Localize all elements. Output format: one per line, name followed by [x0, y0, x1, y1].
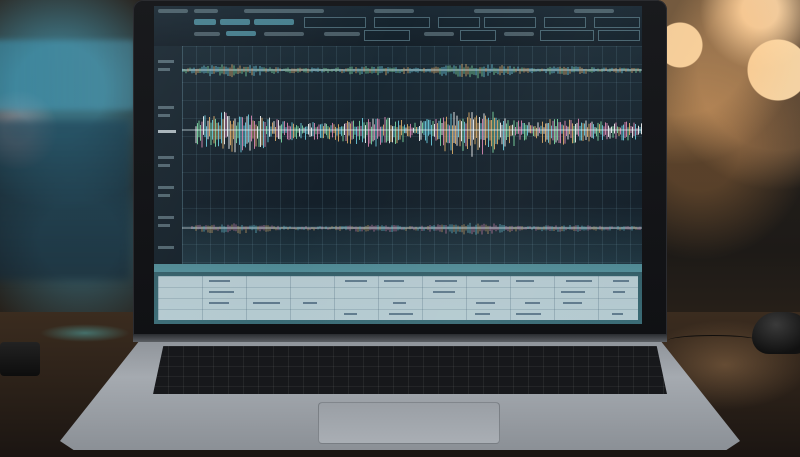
track-list-panel: [154, 264, 642, 324]
menu-bar-item: [474, 9, 534, 13]
table-cell-text: [475, 302, 496, 304]
track-list-grid: [158, 276, 638, 320]
toolbar-field: [484, 17, 536, 28]
table-cell-text: [344, 313, 358, 315]
editor-toolbar: [154, 6, 642, 46]
track-label-active: [158, 130, 176, 133]
toolbar-field: [544, 17, 586, 28]
toolbar-field: [594, 17, 640, 28]
table-cell-text: [303, 302, 317, 304]
toolbar-button: [220, 19, 250, 25]
table-cell-text: [562, 302, 583, 304]
laptop-trackpad: [318, 402, 500, 444]
table-cell-text: [208, 280, 231, 282]
table-cell-text: [208, 302, 230, 304]
table-cell-text: [208, 291, 235, 293]
table-cell-text: [516, 280, 534, 282]
laptop-hinge: [133, 334, 667, 342]
background-monitor: [0, 120, 130, 280]
table-cell-text: [345, 280, 368, 282]
table-cell-text: [384, 280, 404, 282]
table-cell-text: [433, 291, 455, 293]
track-label: [158, 60, 174, 63]
toolbar-label: [194, 32, 220, 36]
menu-bar-item: [574, 9, 614, 13]
track-label: [158, 186, 174, 189]
track-sidebar: [154, 46, 183, 264]
toolbar-field: [598, 30, 640, 41]
toolbar-button: [194, 19, 216, 25]
laptop-screen: [154, 6, 642, 324]
toolbar-field: [438, 17, 480, 28]
menu-bar-item: [194, 9, 218, 13]
track-label: [158, 194, 170, 197]
table-cell-text: [525, 302, 540, 304]
track-label: [158, 106, 174, 109]
toolbar-field: [374, 17, 430, 28]
track-label: [158, 164, 170, 167]
speaker-device: [0, 342, 40, 376]
table-cell-text: [565, 280, 592, 282]
toolbar-label: [324, 32, 360, 36]
toolbar-button: [226, 31, 256, 36]
table-cell-text: [516, 313, 541, 315]
track-label: [158, 224, 170, 227]
waveform-canvas: [182, 46, 642, 264]
table-cell-text: [480, 280, 500, 282]
table-cell-text: [560, 291, 586, 293]
computer-mouse: [752, 312, 800, 354]
track-label: [158, 216, 174, 219]
track-list-header: [154, 264, 642, 272]
photo-scene: [0, 0, 800, 457]
background-monitor-glow: [0, 40, 135, 110]
table-cell-text: [612, 291, 625, 293]
table-cell-text: [612, 313, 624, 315]
track-label: [158, 68, 170, 71]
toolbar-label: [424, 32, 454, 36]
toolbar-button: [254, 19, 294, 25]
desk-glow: [40, 324, 130, 342]
waveform-icon: [182, 63, 642, 235]
menu-bar-item: [244, 9, 324, 13]
table-cell-text: [253, 302, 280, 304]
table-cell-text: [388, 313, 413, 315]
toolbar-label: [504, 32, 534, 36]
toolbar-label: [264, 32, 304, 36]
table-cell-text: [392, 302, 406, 304]
toolbar-field: [540, 30, 594, 41]
menu-bar-item: [374, 9, 414, 13]
table-cell-text: [613, 280, 629, 282]
track-label: [158, 114, 170, 117]
toolbar-field: [364, 30, 410, 41]
toolbar-field: [460, 30, 496, 41]
laptop-keyboard: [153, 346, 667, 394]
table-cell-text: [474, 313, 490, 315]
menu-bar-item: [158, 9, 188, 13]
track-label: [158, 156, 174, 159]
track-label: [158, 246, 174, 249]
toolbar-field: [304, 17, 366, 28]
mouse-cable: [668, 335, 758, 346]
table-cell-text: [434, 280, 457, 282]
